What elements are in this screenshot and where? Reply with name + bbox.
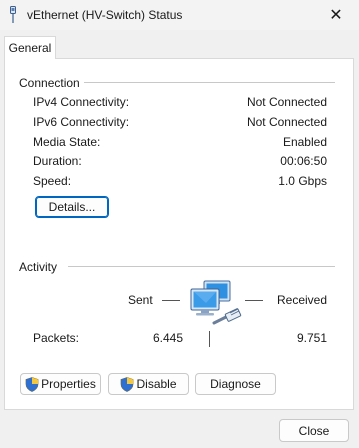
ipv4-value: Not Connected [246, 95, 327, 109]
network-cable-icon [10, 6, 16, 23]
title-close-button[interactable]: ✕ [313, 0, 359, 30]
diagnose-button[interactable]: Diagnose [195, 373, 276, 395]
media-state-value: Enabled [282, 135, 327, 149]
disable-button-label: Disable [136, 377, 177, 391]
received-dash [245, 300, 263, 301]
ipv4-label: IPv4 Connectivity: [33, 95, 130, 109]
title-bar: vEthernet (HV-Switch) Status ✕ [0, 0, 359, 30]
packets-received-value: 9.751 [297, 331, 328, 345]
general-panel: Connection IPv4 Connectivity: Not Connec… [4, 58, 354, 410]
ipv6-value: Not Connected [246, 115, 327, 129]
properties-button-label: Properties [41, 377, 96, 391]
details-button[interactable]: Details... [35, 196, 109, 218]
connection-heading: Connection [19, 76, 80, 90]
sent-dash [162, 300, 180, 301]
received-label: Received [277, 293, 328, 307]
disable-button[interactable]: Disable [108, 373, 189, 395]
duration-value: 00:06:50 [280, 154, 327, 168]
packets-label: Packets: [33, 331, 80, 345]
speed-value: 1.0 Gbps [278, 174, 327, 188]
properties-button[interactable]: Properties [20, 373, 101, 395]
uac-shield-icon [121, 376, 134, 392]
packets-sent-value: 6.445 [153, 331, 184, 345]
activity-divider [68, 266, 335, 267]
connection-divider [84, 82, 335, 83]
speed-label: Speed: [33, 174, 72, 188]
duration-label: Duration: [33, 154, 82, 168]
activity-divider-bar [209, 331, 210, 347]
sent-label: Sent [128, 293, 153, 307]
activity-heading: Activity [19, 260, 58, 274]
network-computers-icon [190, 280, 242, 325]
close-button[interactable]: Close [279, 419, 349, 442]
tab-general[interactable]: General [4, 36, 56, 59]
close-icon: ✕ [329, 7, 343, 24]
uac-shield-icon [25, 376, 39, 392]
media-state-label: Media State: [33, 135, 101, 149]
ipv6-label: IPv6 Connectivity: [33, 115, 130, 129]
window-title: vEthernet (HV-Switch) Status [27, 8, 183, 22]
